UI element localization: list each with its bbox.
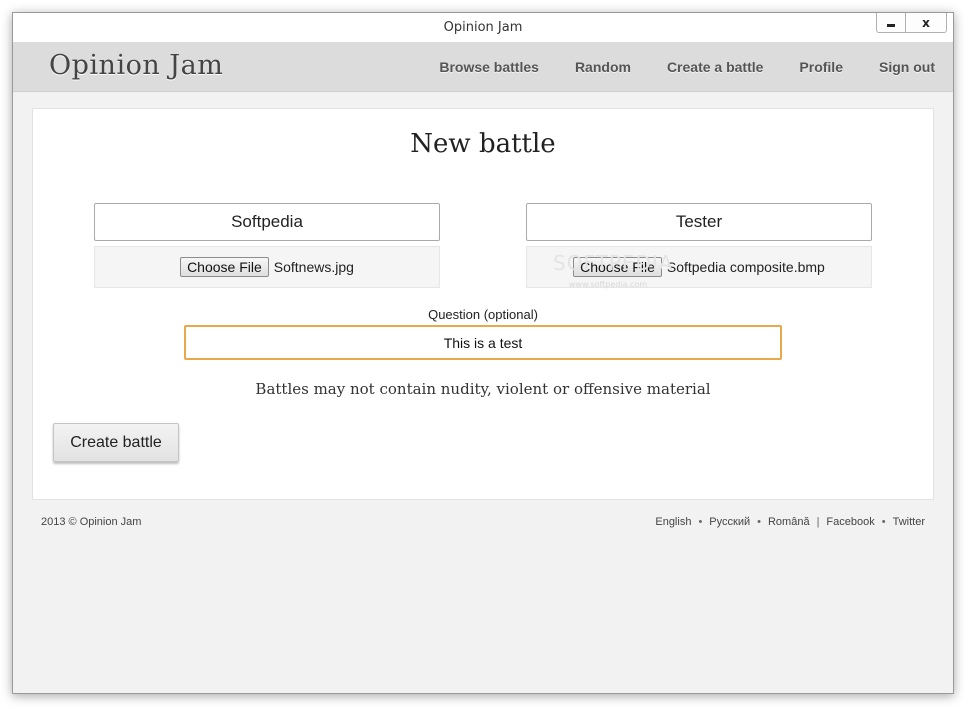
pipe-separator: |	[816, 516, 820, 528]
footer-links: English • Русский • Română | Facebook • …	[655, 516, 925, 528]
page-title: New battle	[410, 129, 556, 159]
contender-left-choose-file-button[interactable]: Choose File	[180, 257, 269, 277]
footer-copyright: 2013 © Opinion Jam	[41, 516, 142, 528]
contender-right-file-row: Choose File Softpedia composite.bmp	[526, 246, 872, 288]
question-input[interactable]	[184, 325, 782, 360]
minimize-button[interactable]	[877, 13, 906, 32]
window-title: Opinion Jam	[443, 20, 523, 35]
brand-logo[interactable]: Opinion Jam	[49, 50, 223, 81]
contender-left-file-name: Softnews.jpg	[273, 259, 354, 275]
nav-sign-out[interactable]: Sign out	[879, 59, 935, 75]
new-battle-form: New battle Choose File Softnews.jpg Choo…	[32, 108, 934, 500]
window-controls: x	[876, 13, 947, 33]
title-bar: Opinion Jam x	[13, 13, 953, 42]
contender-left-file-row: Choose File Softnews.jpg	[94, 246, 440, 288]
nav-browse-battles[interactable]: Browse battles	[439, 59, 539, 75]
minimize-icon	[887, 24, 895, 27]
nav-random[interactable]: Random	[575, 59, 631, 75]
content-policy-notice: Battles may not contain nudity, violent …	[255, 380, 711, 398]
contender-right-choose-file-button[interactable]: Choose File	[573, 257, 662, 277]
lang-russian-link[interactable]: Русский	[709, 516, 750, 528]
contender-right-file-name: Softpedia composite.bmp	[666, 259, 825, 275]
bullet-separator: •	[757, 516, 761, 528]
create-battle-button[interactable]: Create battle	[53, 423, 179, 462]
nav-profile[interactable]: Profile	[799, 59, 843, 75]
bullet-separator: •	[698, 516, 703, 528]
lang-english-link[interactable]: English	[655, 516, 691, 528]
facebook-link[interactable]: Facebook	[826, 516, 874, 528]
twitter-link[interactable]: Twitter	[893, 516, 925, 528]
app-window: Opinion Jam x Opinion Jam Browse battles…	[12, 12, 954, 694]
contender-right-name-input[interactable]	[526, 203, 872, 241]
question-label: Question (optional)	[428, 307, 538, 322]
contender-left-name-input[interactable]	[94, 203, 440, 241]
contender-right: Choose File Softpedia composite.bmp	[526, 203, 872, 288]
main-nav: Browse battles Random Create a battle Pr…	[403, 42, 935, 91]
navbar: Opinion Jam Browse battles Random Create…	[13, 42, 953, 92]
lang-romanian-link[interactable]: Română	[768, 516, 810, 528]
close-button[interactable]: x	[906, 13, 946, 32]
bullet-separator: •	[881, 516, 886, 528]
contender-left: Choose File Softnews.jpg	[94, 203, 440, 288]
nav-create-battle[interactable]: Create a battle	[667, 59, 763, 75]
